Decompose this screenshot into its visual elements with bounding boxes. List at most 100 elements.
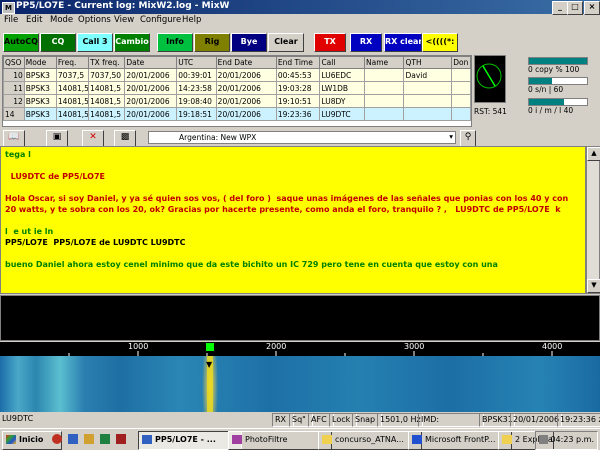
status-frequency[interactable]: 1501,0 Hz bbox=[377, 413, 423, 427]
menu-mode[interactable]: Mode bbox=[50, 15, 73, 25]
macro-info-button[interactable]: Info bbox=[157, 33, 193, 52]
task-concurso[interactable]: concurso_ATNA... bbox=[318, 431, 422, 450]
log-cell-freq-[interactable]: 7037,5 bbox=[55, 68, 90, 82]
macro-cambio-button[interactable]: Cambio bbox=[114, 33, 150, 52]
log-cell-qth[interactable] bbox=[403, 107, 453, 121]
log-cell-tx-freq-[interactable]: 14081,5 bbox=[88, 81, 126, 95]
app-icon[interactable]: M bbox=[2, 2, 15, 14]
log-cell-end-date[interactable]: 20/01/2006 bbox=[215, 81, 277, 95]
log-cell-date[interactable]: 20/01/2006 bbox=[124, 68, 178, 82]
task-photofiltre[interactable]: PhotoFiltre bbox=[228, 431, 332, 450]
log-cell-date[interactable]: 20/01/2006 bbox=[124, 94, 178, 108]
log-cell-tx-freq-[interactable]: 14081,5 bbox=[88, 107, 126, 121]
macro-rig-button[interactable]: Rig bbox=[194, 33, 230, 52]
col-txfreq[interactable]: TX freq. bbox=[88, 56, 126, 69]
delete-icon[interactable]: ✕ bbox=[82, 130, 104, 147]
log-cell-qso[interactable]: 12 bbox=[3, 94, 25, 108]
rx-marker-flag-icon[interactable] bbox=[206, 343, 214, 351]
log-cell-end-time[interactable]: 19:10:51 bbox=[275, 94, 321, 108]
log-cell-name[interactable] bbox=[364, 94, 405, 108]
log-cell-don[interactable] bbox=[451, 68, 471, 82]
col-mode[interactable]: Mode bbox=[23, 56, 57, 69]
log-cell-tx-freq-[interactable]: 14081,5 bbox=[88, 94, 126, 108]
ie-icon[interactable] bbox=[68, 434, 78, 444]
combo-arrow-icon[interactable]: ▾ bbox=[449, 132, 453, 141]
log-cell-call[interactable]: LU8DY bbox=[319, 94, 366, 108]
log-cell-freq-[interactable]: 14081,5 bbox=[55, 107, 90, 121]
log-cell-name[interactable] bbox=[364, 107, 405, 121]
quicklaunch-icon-2[interactable] bbox=[84, 434, 94, 444]
log-cell-freq-[interactable]: 14081,5 bbox=[55, 94, 90, 108]
log-cell-date[interactable]: 20/01/2006 bbox=[124, 107, 178, 121]
receive-scrollbar[interactable]: ▲ ▼ bbox=[586, 146, 600, 294]
search-icon[interactable]: ⚲ bbox=[460, 130, 476, 147]
col-qth[interactable]: QTH bbox=[403, 56, 453, 69]
save-log-icon[interactable]: ▣ bbox=[46, 130, 68, 147]
task-frontpage[interactable]: Microsoft FrontP... bbox=[408, 431, 512, 450]
task-mixw[interactable]: PP5/LO7E - ... bbox=[138, 431, 242, 450]
log-cell-qso[interactable]: 10 bbox=[3, 68, 25, 82]
tx-button[interactable]: TX bbox=[314, 33, 346, 52]
log-cell-qso[interactable]: 11 bbox=[3, 81, 25, 95]
receive-text-area[interactable]: tega l LU9DTC de PP5/LO7E Hola Oscar, si… bbox=[0, 146, 586, 294]
log-cell-call[interactable]: LU6EDC bbox=[319, 68, 366, 82]
quicklaunch-icon[interactable] bbox=[52, 434, 62, 444]
log-cell-qth[interactable] bbox=[403, 81, 453, 95]
books-icon[interactable]: 📖 bbox=[3, 130, 25, 147]
log-cell-don[interactable] bbox=[451, 81, 471, 95]
log-cell-mode[interactable]: BPSK3 bbox=[23, 68, 57, 82]
log-cell-don[interactable] bbox=[451, 107, 471, 121]
log-row[interactable]: 14 BPSK3 14081,5 14081,5 20/01/2006 19:18:51 2… bbox=[3, 107, 471, 121]
log-cell-qth[interactable]: David bbox=[403, 68, 453, 82]
scroll-up-icon[interactable]: ▲ bbox=[587, 147, 600, 161]
quicklaunch-icon-4[interactable] bbox=[116, 434, 126, 444]
menu-configure[interactable]: Configure bbox=[140, 15, 181, 25]
quicklaunch-icon-3[interactable] bbox=[100, 434, 110, 444]
macro-bye-button[interactable]: Bye bbox=[231, 33, 267, 52]
menu-view[interactable]: View bbox=[114, 15, 134, 25]
rx-button[interactable]: RX bbox=[350, 33, 382, 52]
col-qso[interactable]: QSO bbox=[3, 56, 25, 69]
rx-clear-button[interactable]: RX clear bbox=[384, 33, 422, 52]
log-row[interactable]: 12 BPSK3 14081,5 14081,5 20/01/2006 19:08:40 2… bbox=[3, 94, 471, 108]
log-cell-don[interactable] bbox=[451, 94, 471, 108]
log-cell-end-time[interactable]: 19:03:28 bbox=[275, 81, 321, 95]
log-cell-qso[interactable]: 14 bbox=[3, 107, 25, 121]
menu-help[interactable]: Help bbox=[182, 15, 201, 25]
maximize-button[interactable]: □ bbox=[567, 1, 583, 15]
macro-autocq-button[interactable]: AutoCQ bbox=[3, 33, 39, 52]
log-cell-utc[interactable]: 19:08:40 bbox=[176, 94, 217, 108]
log-cell-name[interactable] bbox=[364, 81, 405, 95]
col-name[interactable]: Name bbox=[364, 56, 405, 69]
log-cell-freq-[interactable]: 14081,5 bbox=[55, 81, 90, 95]
transmit-text-area[interactable] bbox=[0, 295, 600, 341]
log-cell-mode[interactable]: BPSK3 bbox=[23, 94, 57, 108]
log-row[interactable]: 11 BPSK3 14081,5 14081,5 20/01/2006 14:23:58 2… bbox=[3, 81, 471, 95]
col-call[interactable]: Call bbox=[319, 56, 366, 69]
col-utc[interactable]: UTC bbox=[176, 56, 217, 69]
log-cell-call[interactable]: LU9DTC bbox=[319, 107, 366, 121]
log-cell-qth[interactable] bbox=[403, 94, 453, 108]
volume-icon[interactable] bbox=[539, 435, 548, 444]
minimize-button[interactable]: _ bbox=[552, 1, 568, 15]
menu-file[interactable]: File bbox=[4, 15, 18, 25]
col-end-date[interactable]: End Date bbox=[215, 56, 277, 69]
col-don[interactable]: Don bbox=[451, 56, 471, 69]
macro-fish-button[interactable]: <((((*: bbox=[422, 33, 458, 52]
log-cell-end-time[interactable]: 00:45:53 bbox=[275, 68, 321, 82]
log-cell-tx-freq-[interactable]: 7037,50 bbox=[88, 68, 126, 82]
log-cell-end-time[interactable]: 19:23:36 bbox=[275, 107, 321, 121]
log-row[interactable]: 10 BPSK3 7037,5 7037,50 20/01/2006 00:39:01 20… bbox=[3, 68, 471, 82]
macro-cq-button[interactable]: CQ bbox=[40, 33, 76, 52]
col-date[interactable]: Date bbox=[124, 56, 178, 69]
log-cell-utc[interactable]: 14:23:58 bbox=[176, 81, 217, 95]
log-cell-end-date[interactable]: 20/01/2006 bbox=[215, 68, 277, 82]
disk-icon[interactable]: ▩ bbox=[114, 130, 136, 147]
menu-options[interactable]: Options bbox=[78, 15, 111, 25]
log-cell-name[interactable] bbox=[364, 68, 405, 82]
scroll-down-icon[interactable]: ▼ bbox=[587, 279, 600, 293]
log-cell-date[interactable]: 20/01/2006 bbox=[124, 81, 178, 95]
log-cell-end-date[interactable]: 20/01/2006 bbox=[215, 107, 277, 121]
country-combo[interactable]: Argentina: New WPX ▾ bbox=[148, 131, 456, 144]
waterfall-display[interactable]: ▼ bbox=[0, 356, 600, 412]
